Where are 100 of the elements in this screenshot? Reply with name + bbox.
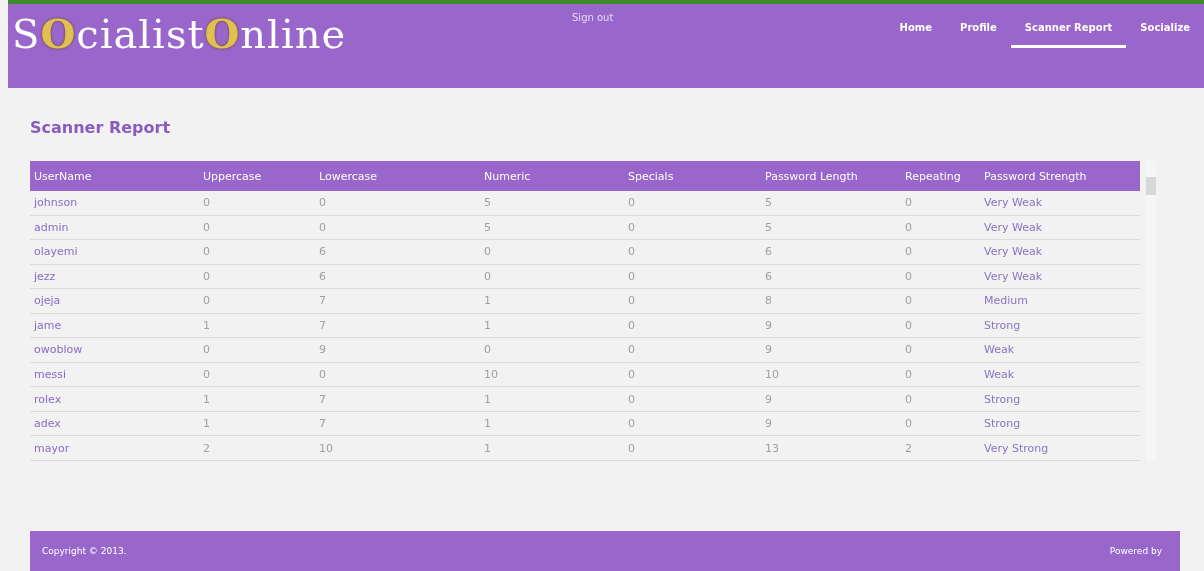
table-cell: 9 (725, 313, 875, 338)
table-cell: 0 (875, 191, 960, 216)
table-cell: 0 (620, 337, 725, 363)
table-cell: messi (30, 362, 195, 387)
table-cell: 0 (195, 288, 315, 314)
table-cell: 6 (315, 264, 460, 289)
table-cell: 0 (875, 362, 960, 387)
table-cell: 2 (875, 435, 960, 461)
table-cell: 0 (315, 191, 460, 216)
table-cell: 0 (620, 362, 725, 387)
table-cell: 5 (460, 215, 620, 240)
powered-by-text: Powered by (1109, 546, 1162, 556)
table-cell: admin (30, 215, 195, 240)
column-header: Password Length (725, 161, 875, 191)
table-cell: 0 (875, 215, 960, 240)
table-cell: 1 (460, 435, 620, 461)
table-cell: 0 (195, 337, 315, 363)
table-cell: Very Weak (960, 264, 1140, 289)
table-cell: 0 (195, 362, 315, 387)
table-cell: mayor (30, 435, 195, 461)
table-cell: 0 (875, 288, 960, 314)
table-cell: Very Strong (960, 435, 1140, 461)
table-cell: 0 (875, 264, 960, 289)
table-cell: 9 (725, 386, 875, 412)
nav-link[interactable]: Profile (946, 22, 1011, 48)
nav-link[interactable]: Home (885, 22, 947, 48)
table-cell: Strong (960, 411, 1140, 436)
table-cell: 9 (315, 337, 460, 363)
column-header: Lowercase (315, 161, 460, 191)
table-cell: 7 (315, 386, 460, 412)
table-cell: 8 (725, 288, 875, 314)
table-cell: 0 (620, 313, 725, 338)
table-cell: 5 (460, 191, 620, 216)
table-cell: 10 (460, 362, 620, 387)
table-cell: 0 (620, 435, 725, 461)
column-header: Password Strength (960, 161, 1140, 191)
table-cell: 1 (195, 313, 315, 338)
column-header: Uppercase (195, 161, 315, 191)
table-cell: 6 (725, 239, 875, 265)
table-cell: 1 (460, 386, 620, 412)
table-cell: 0 (620, 215, 725, 240)
table-cell: 1 (460, 288, 620, 314)
table-cell: 6 (725, 264, 875, 289)
table-cell: 13 (725, 435, 875, 461)
table-cell: 6 (315, 239, 460, 265)
table-cell: 0 (315, 362, 460, 387)
table-cell: owoblow (30, 337, 195, 363)
table-cell: 0 (875, 337, 960, 363)
nav-link[interactable]: Socialize (1126, 22, 1204, 48)
table-cell: 1 (460, 411, 620, 436)
table-cell: 0 (620, 288, 725, 314)
table-cell: Weak (960, 362, 1140, 387)
table-cell: 1 (460, 313, 620, 338)
table-cell: Strong (960, 386, 1140, 412)
column-header: Numeric (460, 161, 620, 191)
table-cell: Medium (960, 288, 1140, 314)
table-cell: adex (30, 411, 195, 436)
table-cell: 7 (315, 313, 460, 338)
copyright-text: Copyright © 2013. (42, 546, 127, 556)
table-cell: jame (30, 313, 195, 338)
table-cell: Strong (960, 313, 1140, 338)
table-cell: Very Weak (960, 239, 1140, 265)
nav-link[interactable]: Scanner Report (1010, 22, 1127, 48)
table-cell: 1 (195, 386, 315, 412)
table-cell: Very Weak (960, 215, 1140, 240)
table-cell: 0 (195, 191, 315, 216)
table-cell: olayemi (30, 239, 195, 265)
table-cell: 0 (195, 215, 315, 240)
table-cell: 0 (875, 386, 960, 412)
table-cell: 0 (620, 191, 725, 216)
table-cell: 0 (875, 411, 960, 436)
table-cell: 0 (460, 264, 620, 289)
column-header: Specials (620, 161, 725, 191)
table-cell: 0 (620, 264, 725, 289)
table-cell: 0 (195, 239, 315, 265)
table-cell: 9 (725, 411, 875, 436)
table-cell: Weak (960, 337, 1140, 363)
table-cell: 7 (315, 288, 460, 314)
scrollbar-thumb[interactable] (1146, 177, 1156, 195)
sign-out-link[interactable]: Sign out (572, 12, 782, 23)
table-cell: 7 (315, 411, 460, 436)
table-cell: 0 (315, 215, 460, 240)
page-title: Scanner Report (30, 118, 172, 137)
table-cell: Very Weak (960, 191, 1140, 216)
table-cell: 10 (725, 362, 875, 387)
table-cell: 10 (315, 435, 460, 461)
table-cell: 0 (620, 386, 725, 412)
table-cell: jezz (30, 264, 195, 289)
table-cell: 0 (460, 337, 620, 363)
table-cell: 2 (195, 435, 315, 461)
table-cell: 1 (195, 411, 315, 436)
table-cell: 0 (875, 313, 960, 338)
table-cell: 5 (725, 215, 875, 240)
table-cell: 5 (725, 191, 875, 216)
table-cell: 0 (620, 239, 725, 265)
logo: SOcialistOnline (12, 10, 348, 57)
table-cell: 0 (620, 411, 725, 436)
table-cell: johnson (30, 191, 195, 216)
table-cell: 0 (875, 239, 960, 265)
table-cell: 0 (195, 264, 315, 289)
